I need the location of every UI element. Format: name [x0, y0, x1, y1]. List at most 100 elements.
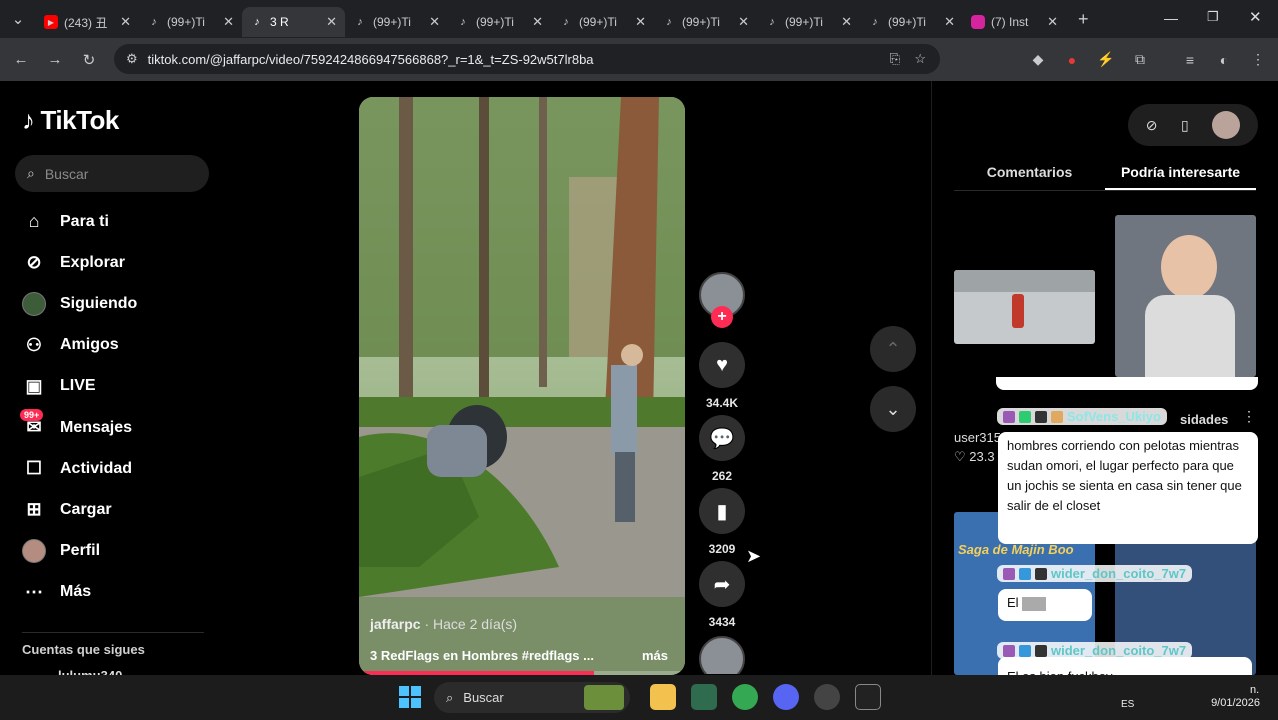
suggested-more-icon[interactable]: ⋮ — [1242, 408, 1256, 425]
browser-tab[interactable]: ♪ (99+)Ti ✕ — [448, 7, 551, 37]
following-first-account[interactable]: lulumu340 — [58, 668, 122, 675]
new-tab-button[interactable]: + — [1078, 9, 1089, 30]
discord-icon[interactable] — [773, 684, 799, 710]
close-tab-icon[interactable]: ✕ — [532, 14, 543, 30]
search-input[interactable]: ⌕ Buscar — [15, 155, 209, 192]
app-icon[interactable] — [691, 684, 717, 710]
chat-header-1: SofVens_Ukiyo — [997, 408, 1167, 425]
user-avatar[interactable] — [1212, 111, 1241, 139]
close-tab-icon[interactable]: ✕ — [841, 14, 852, 30]
bookmark-star-icon[interactable]: ☆ — [914, 51, 926, 67]
like-count: 34.4K — [705, 396, 739, 410]
creator-avatar-action[interactable]: + — [699, 272, 745, 328]
close-tab-icon[interactable]: ✕ — [326, 14, 337, 30]
suggested-video-thumb-2[interactable] — [1115, 215, 1256, 377]
chat-bubble-previous — [996, 377, 1258, 390]
save-action[interactable]: ▮ 3209 — [699, 488, 745, 556]
browser-tab[interactable]: ▶ (243) 丑 ✕ — [36, 7, 139, 37]
share-action[interactable]: ➦ 3434 — [699, 561, 745, 629]
media-icon[interactable]: ≡ — [1176, 38, 1204, 81]
clock-date[interactable]: 9/01/2026 — [1211, 697, 1260, 709]
follow-plus-icon[interactable]: + — [711, 306, 733, 328]
reload-button[interactable]: ↻ — [72, 51, 106, 69]
taskbar-search[interactable]: ⌕ Buscar — [434, 682, 630, 713]
search-highlight-image — [584, 685, 624, 710]
youtube-icon: ▶ — [44, 15, 58, 29]
browser-tab[interactable]: (7) Inst ✕ — [963, 7, 1066, 37]
browser-tab[interactable]: ♪ (99+)Ti ✕ — [654, 7, 757, 37]
back-button[interactable]: ← — [4, 51, 38, 68]
suggested-video-thumb-1[interactable] — [954, 270, 1095, 344]
sidebar-item-cargar[interactable]: ⊞ Cargar — [0, 489, 232, 530]
heart-icon[interactable]: ♥ — [699, 342, 745, 388]
tab-search-button[interactable]: ⌄ — [0, 10, 36, 28]
close-tab-icon[interactable]: ✕ — [429, 14, 440, 30]
sidebar-item-live[interactable]: ▣ LIVE — [0, 366, 232, 407]
extension-icon[interactable]: ◆ — [1024, 38, 1052, 81]
browser-tab[interactable]: ♪ (99+)Ti ✕ — [860, 7, 963, 37]
file-explorer-icon[interactable] — [650, 684, 676, 710]
close-window-button[interactable]: ✕ — [1249, 8, 1262, 26]
site-settings-icon[interactable]: ⚙ — [126, 51, 138, 67]
forward-button[interactable]: → — [38, 51, 72, 68]
browser-tab[interactable]: ♪ (99+)Ti ✕ — [757, 7, 860, 37]
clock-time-partial: n. — [1250, 684, 1260, 696]
sidebar-item-mensajes[interactable]: ✉ Mensajes 99+ — [0, 407, 232, 448]
browser-tab[interactable]: ♪ 3 R ✕ — [242, 7, 345, 37]
author-name[interactable]: jaffarpc — [370, 616, 421, 632]
browser-tab[interactable]: ♪ (99+)Ti ✕ — [345, 7, 448, 37]
chat-header-2: wider_don_coito_7w7 — [997, 565, 1193, 582]
sidebar-item-para-ti[interactable]: ⌂ Para ti — [0, 201, 232, 242]
comment-action[interactable]: 💬 262 — [699, 415, 745, 483]
sidebar-item-actividad[interactable]: ☐ Actividad — [0, 448, 232, 489]
sidebar-item-amigos[interactable]: ⚇ Amigos — [0, 325, 232, 366]
language-indicator[interactable]: ES — [1121, 699, 1134, 710]
next-video-button[interactable]: ⌄ — [870, 386, 916, 432]
browser-tab[interactable]: ♪ (99+)Ti ✕ — [551, 7, 654, 37]
previous-video-button[interactable]: ⌃ — [870, 326, 916, 372]
sound-disc-action[interactable] — [699, 636, 745, 674]
close-tab-icon[interactable]: ✕ — [120, 14, 131, 30]
video-player[interactable]: jaffarpc · Hace 2 día(s) 3 RedFlags en H… — [359, 97, 685, 675]
sidebar-item-m-s[interactable]: ⋯ Más — [0, 572, 232, 613]
phone-icon[interactable]: ▯ — [1181, 117, 1189, 134]
close-tab-icon[interactable]: ✕ — [738, 14, 749, 30]
tiktok-icon: ♪ — [460, 16, 466, 28]
tab-comentarios[interactable]: Comentarios — [954, 159, 1105, 190]
video-frame — [359, 97, 685, 675]
extension-red-icon[interactable]: ● — [1058, 38, 1086, 81]
sidebar-item-perfil[interactable]: Perfil — [0, 531, 232, 572]
tab-podria-interesarte[interactable]: Podría interesarte — [1105, 159, 1256, 190]
like-action[interactable]: ♥ 34.4K — [699, 342, 745, 410]
close-tab-icon[interactable]: ✕ — [635, 14, 646, 30]
tiktok-icon: ♪ — [254, 16, 260, 28]
browser-tab[interactable]: ♪ (99+)Ti ✕ — [139, 7, 242, 37]
extensions-puzzle-icon[interactable]: ⧉ — [1126, 38, 1154, 81]
restore-button[interactable]: ❐ — [1207, 9, 1219, 25]
sound-disc-icon[interactable] — [699, 636, 745, 674]
install-icon[interactable]: ⎘ — [890, 51, 900, 67]
close-tab-icon[interactable]: ✕ — [223, 14, 234, 30]
comment-icon[interactable]: 💬 — [699, 415, 745, 461]
minimize-button[interactable]: — — [1164, 10, 1178, 26]
profile-icon[interactable]: ◐ — [1210, 38, 1238, 81]
close-tab-icon[interactable]: ✕ — [944, 14, 955, 30]
more-link[interactable]: más — [642, 648, 668, 663]
windows-start-icon[interactable] — [399, 686, 421, 708]
sidebar-item-explorar[interactable]: ⊘ Explorar — [0, 242, 232, 283]
extension-blue-icon[interactable]: ⚡ — [1092, 38, 1120, 81]
url-input[interactable]: ⚙ tiktok.com/@jaffarpc/video/75924248669… — [114, 44, 940, 74]
compass-toolbar-icon[interactable]: ⊘ — [1146, 117, 1158, 134]
chrome-icon[interactable] — [732, 684, 758, 710]
chrome-menu-icon[interactable]: ⋮ — [1244, 38, 1272, 81]
epic-games-icon[interactable] — [855, 684, 881, 710]
bookmark-icon[interactable]: ▮ — [699, 488, 745, 534]
recording-app-icon[interactable] — [814, 684, 840, 710]
close-tab-icon[interactable]: ✕ — [1047, 14, 1058, 30]
share-icon[interactable]: ➦ — [699, 561, 745, 607]
suggested-user[interactable]: user315 — [954, 430, 1001, 445]
video-author[interactable]: jaffarpc · Hace 2 día(s) — [370, 616, 517, 632]
chevron-up-icon: ⌃ — [885, 338, 901, 359]
tiktok-logo[interactable]: ♪ TikTok — [22, 105, 119, 136]
sidebar-item-siguiendo[interactable]: Siguiendo — [0, 283, 232, 324]
